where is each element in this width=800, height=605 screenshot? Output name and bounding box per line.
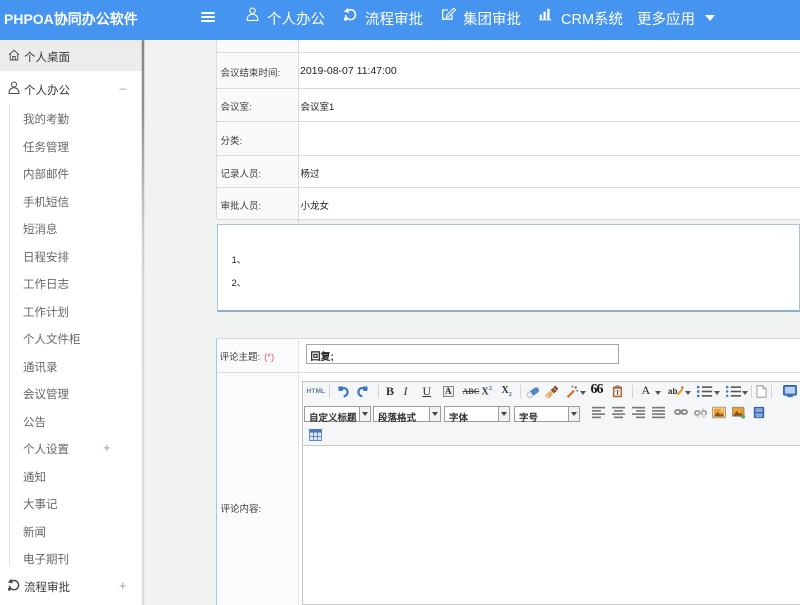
- svg-text:T: T: [615, 391, 619, 397]
- svg-text:ab: ab: [668, 387, 677, 396]
